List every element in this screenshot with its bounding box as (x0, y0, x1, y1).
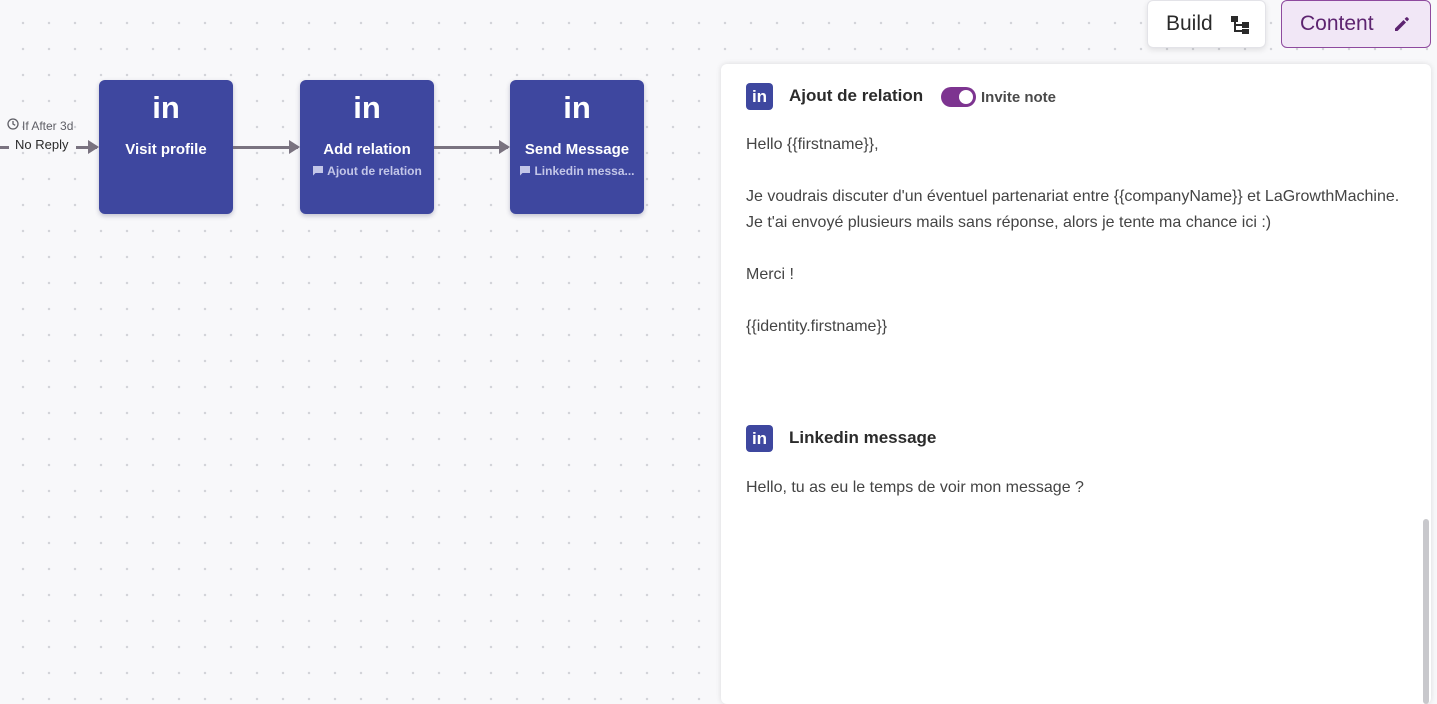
message-line: {{identity.firstname}} (746, 318, 888, 335)
connector-arrow (76, 140, 99, 154)
node-subtitle: Ajout de relation (306, 164, 428, 178)
build-button[interactable]: Build (1147, 0, 1266, 48)
content-panel: in Ajout de relation Invite note Hello {… (721, 64, 1431, 704)
node-title: Visit profile (125, 141, 207, 158)
linkedin-icon: in (746, 83, 773, 110)
message-body-linkedin[interactable]: Hello, tu as eu le temps de voir mon mes… (746, 475, 1406, 501)
flowchart-icon (1230, 15, 1250, 41)
delay-condition: If After 3d (7, 118, 73, 133)
node-subtitle: Linkedin messa... (516, 164, 638, 178)
message-line: Je voudrais discuter d'un éventuel parte… (746, 188, 1400, 231)
delay-label: If After 3d (22, 118, 74, 133)
section-title-ajout-de-relation: Ajout de relation (789, 86, 924, 105)
message-line: Merci ! (746, 266, 794, 283)
message-line: Hello, tu as eu le temps de voir mon mes… (746, 479, 1084, 496)
node-title: Send Message (524, 141, 630, 158)
workflow-node-add-relation[interactable]: in Add relation Ajout de relation (300, 80, 434, 214)
workflow-node-send-message[interactable]: in Send Message Linkedin messa... (510, 80, 644, 214)
node-subtitle-text: Ajout de relation (327, 164, 422, 178)
incoming-connector (0, 146, 9, 149)
message-line: Hello {{firstname}}, (746, 136, 879, 153)
linkedin-icon: in (563, 90, 591, 125)
invite-note-toggle[interactable] (941, 87, 976, 107)
pencil-icon (1392, 14, 1412, 40)
node-title: Add relation (323, 141, 411, 158)
node-subtitle-text: Linkedin messa... (534, 164, 635, 178)
connector-arrow (434, 140, 510, 154)
section-title-linkedin-message: Linkedin message (789, 428, 937, 447)
message-line (746, 288, 1406, 314)
toggle-knob (959, 90, 973, 104)
linkedin-icon: in (353, 90, 381, 125)
clock-icon (7, 118, 19, 133)
message-line (746, 236, 1406, 262)
linkedin-icon: in (746, 425, 773, 452)
message-line (746, 158, 1406, 184)
workflow-node-visit-profile[interactable]: in Visit profile (99, 80, 233, 214)
content-label: Content (1300, 12, 1374, 35)
branch-label: No Reply (15, 137, 69, 152)
invite-note-label: Invite note (981, 89, 1057, 106)
build-label: Build (1166, 12, 1213, 35)
linkedin-icon: in (152, 90, 180, 125)
message-body-invite[interactable]: Hello {{firstname}}, Je voudrais discute… (746, 132, 1406, 340)
panel-scrollbar[interactable] (1423, 519, 1429, 704)
connector-arrow (233, 140, 300, 154)
message-icon (520, 166, 531, 176)
content-button[interactable]: Content (1281, 0, 1431, 48)
message-icon (313, 166, 324, 176)
